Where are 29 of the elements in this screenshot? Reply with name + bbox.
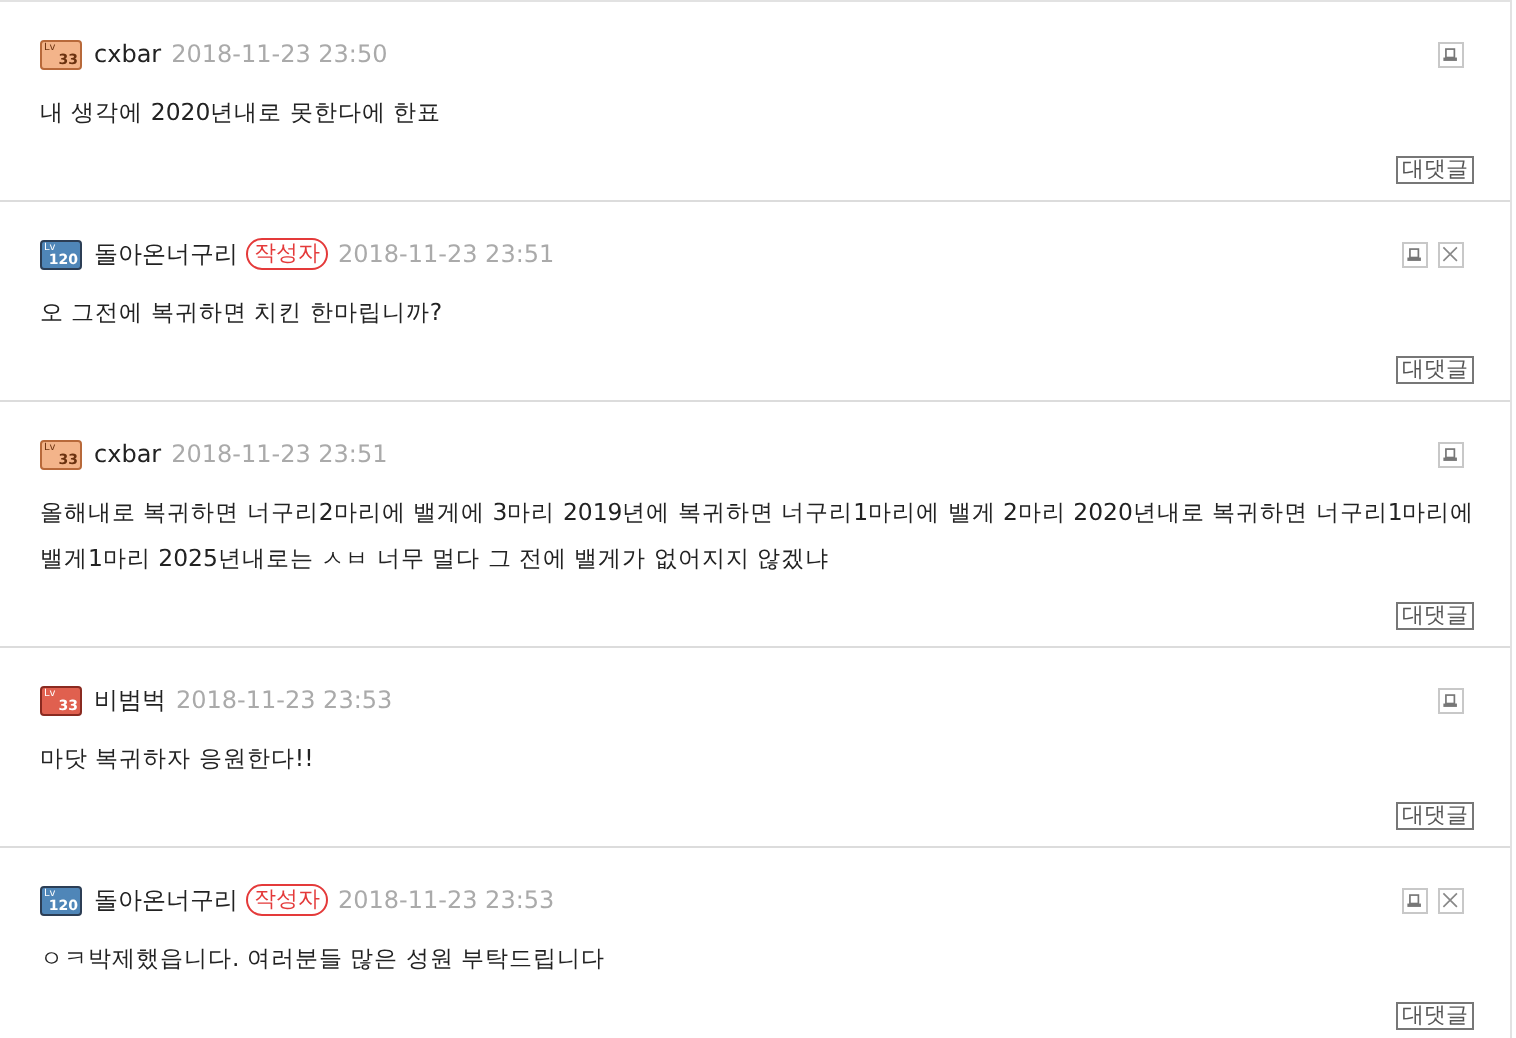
stamp-icon[interactable]: [1438, 441, 1464, 467]
author-name[interactable]: 돌아온너구리: [94, 236, 238, 272]
close-icon[interactable]: [1438, 887, 1464, 913]
comment-text: 내 생각에 2020년내로 못한다에 한표: [40, 96, 444, 130]
author-tag: 작성자: [246, 884, 328, 916]
comment-date: 2018-11-23 23:50: [171, 38, 388, 72]
comment-date: 2018-11-23 23:53: [338, 884, 555, 918]
stamp-icon[interactable]: [1402, 887, 1428, 913]
reply-button[interactable]: 대댓글: [1396, 602, 1474, 630]
stamp-icon[interactable]: [1402, 241, 1428, 267]
reply-button[interactable]: 대댓글: [1396, 156, 1474, 184]
author-name[interactable]: cxbar: [94, 436, 162, 472]
comment-date: 2018-11-23 23:51: [171, 438, 388, 472]
comment-text: 마닷 복귀하자 응원한다!!: [40, 742, 316, 776]
author-tag: 작성자: [246, 238, 328, 270]
author-name[interactable]: 비범벅: [94, 682, 166, 718]
comment-text: 오 그전에 복귀하면 치킨 한마립니까?: [40, 296, 445, 330]
comment-date: 2018-11-23 23:53: [176, 684, 393, 718]
author-name[interactable]: cxbar: [94, 36, 162, 72]
stamp-icon[interactable]: [1438, 687, 1464, 713]
reply-button[interactable]: 대댓글: [1396, 802, 1474, 830]
close-icon[interactable]: [1438, 241, 1464, 267]
comment-text: 올해내로 복귀하면 너구리2마리에 밸게에 3마리 2019년에 복귀하면 너구리1마리에 밸게 2마리 2020년내로 복귀하면 너구리1마리에 밸게1마리 2025년내로는 ㅅㅂ 너무 멀다 그 전에 밸게가 없어지지 않겠냐: [40, 496, 1477, 576]
comment-date: 2018-11-23 23:51: [338, 238, 555, 272]
comment-text: ㅇㅋ박제했읍니다. 여러분들 많은 성원 부탁드립니다: [40, 942, 608, 976]
reply-button[interactable]: 대댓글: [1396, 1002, 1474, 1030]
reply-button[interactable]: 대댓글: [1396, 356, 1474, 384]
stamp-icon[interactable]: [1438, 41, 1464, 67]
author-name[interactable]: 돌아온너구리: [94, 882, 238, 918]
